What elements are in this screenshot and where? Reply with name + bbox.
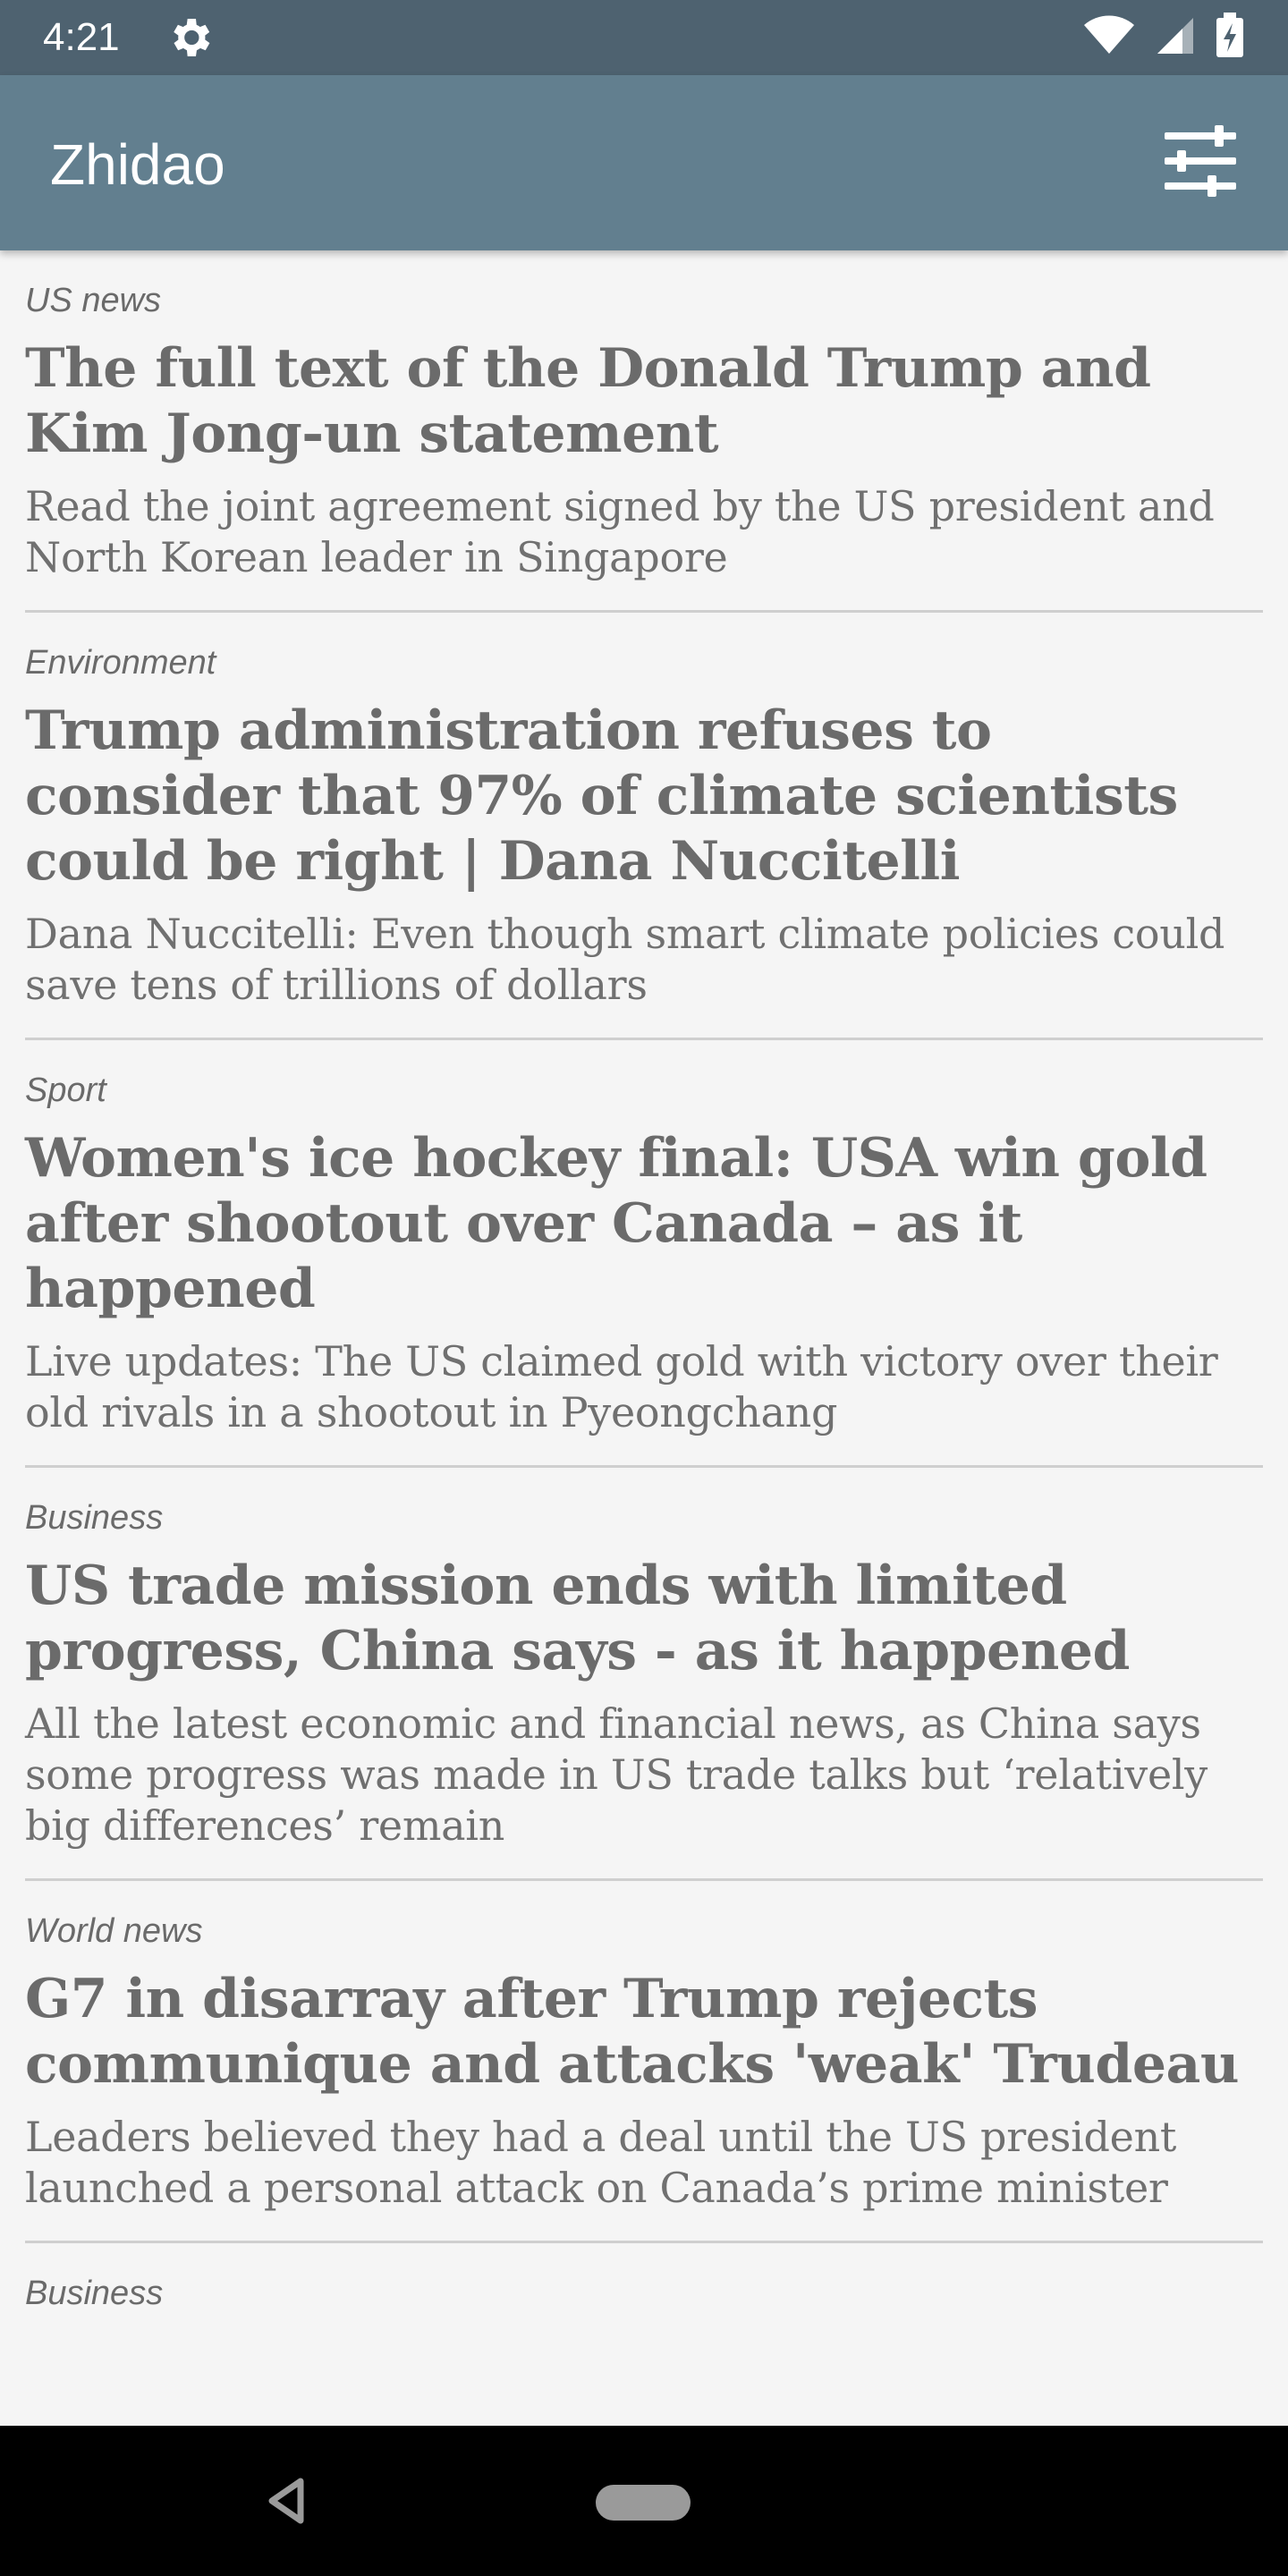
gear-icon [165, 13, 215, 63]
status-time: 4:21 [43, 15, 120, 59]
back-triangle-icon[interactable] [261, 2476, 311, 2526]
home-pill-icon[interactable] [596, 2485, 691, 2521]
status-bar: 4:21 [0, 0, 1288, 75]
article-standfirst: All the latest economic and financial ne… [25, 1699, 1208, 1850]
article-section: Sport [25, 1072, 106, 1109]
signal-icon [1154, 14, 1197, 62]
article-section: Environment [25, 644, 216, 682]
article-standfirst: Live updates: The US claimed gold with v… [25, 1337, 1218, 1436]
article-headline: The full text of the Donald Trump and Ki… [25, 337, 1151, 465]
article-item[interactable]: Sport Women's ice hockey final: USA win … [25, 1040, 1263, 1468]
filter-button[interactable] [1156, 118, 1245, 208]
article-headline: Women's ice hockey final: USA win gold a… [25, 1127, 1208, 1320]
article-headline: Trump administration refuses to consider… [25, 699, 1178, 893]
article-section: Business [25, 2275, 164, 2312]
wifi-icon [1082, 14, 1136, 62]
article-standfirst: Dana Nuccitelli: Even though smart clima… [25, 910, 1225, 1009]
article-item[interactable]: Environment Trump administration refuses… [25, 613, 1263, 1040]
article-headline: US trade mission ends with limited progr… [25, 1555, 1130, 1682]
article-standfirst: Leaders believed they had a deal until t… [25, 2113, 1177, 2212]
article-section: Business [25, 1499, 164, 1537]
article-item[interactable]: Business US trade mission ends with limi… [25, 1468, 1263, 1881]
article-item[interactable]: US news The full text of the Donald Trum… [25, 250, 1263, 613]
app-title: Zhidao [50, 132, 225, 197]
article-feed[interactable]: US news The full text of the Donald Trum… [0, 250, 1288, 2426]
filter-sliders-icon [1161, 124, 1240, 201]
system-nav-bar [0, 2426, 1288, 2576]
article-section: US news [25, 282, 162, 319]
article-section: World news [25, 1912, 203, 1950]
article-item[interactable]: Business [25, 2243, 1263, 2356]
battery-charging-icon [1215, 12, 1245, 64]
article-standfirst: Read the joint agreement signed by the U… [25, 482, 1215, 581]
article-headline: G7 in disarray after Trump rejects commu… [25, 1968, 1240, 2096]
status-icons [1082, 12, 1245, 64]
app-bar: Zhidao [0, 75, 1288, 250]
article-item[interactable]: World news G7 in disarray after Trump re… [25, 1881, 1263, 2243]
article-standfirst [25, 2329, 1263, 2356]
